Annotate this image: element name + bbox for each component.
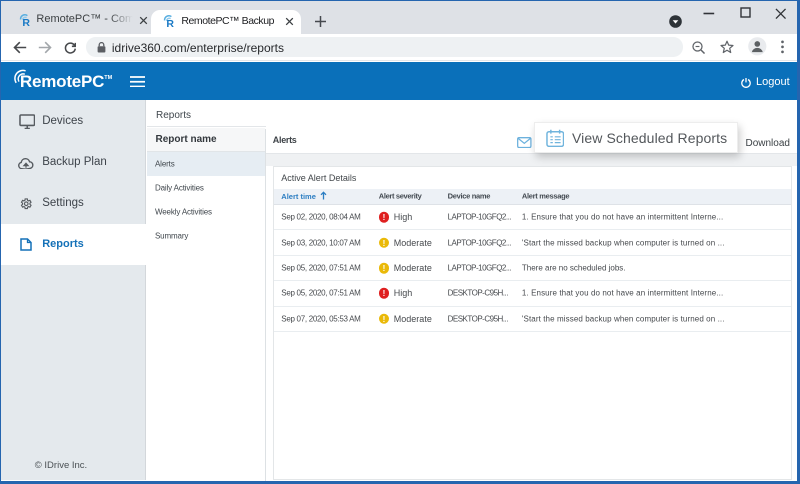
svg-text:R: R bbox=[22, 17, 30, 27]
svg-text:R: R bbox=[167, 18, 175, 28]
